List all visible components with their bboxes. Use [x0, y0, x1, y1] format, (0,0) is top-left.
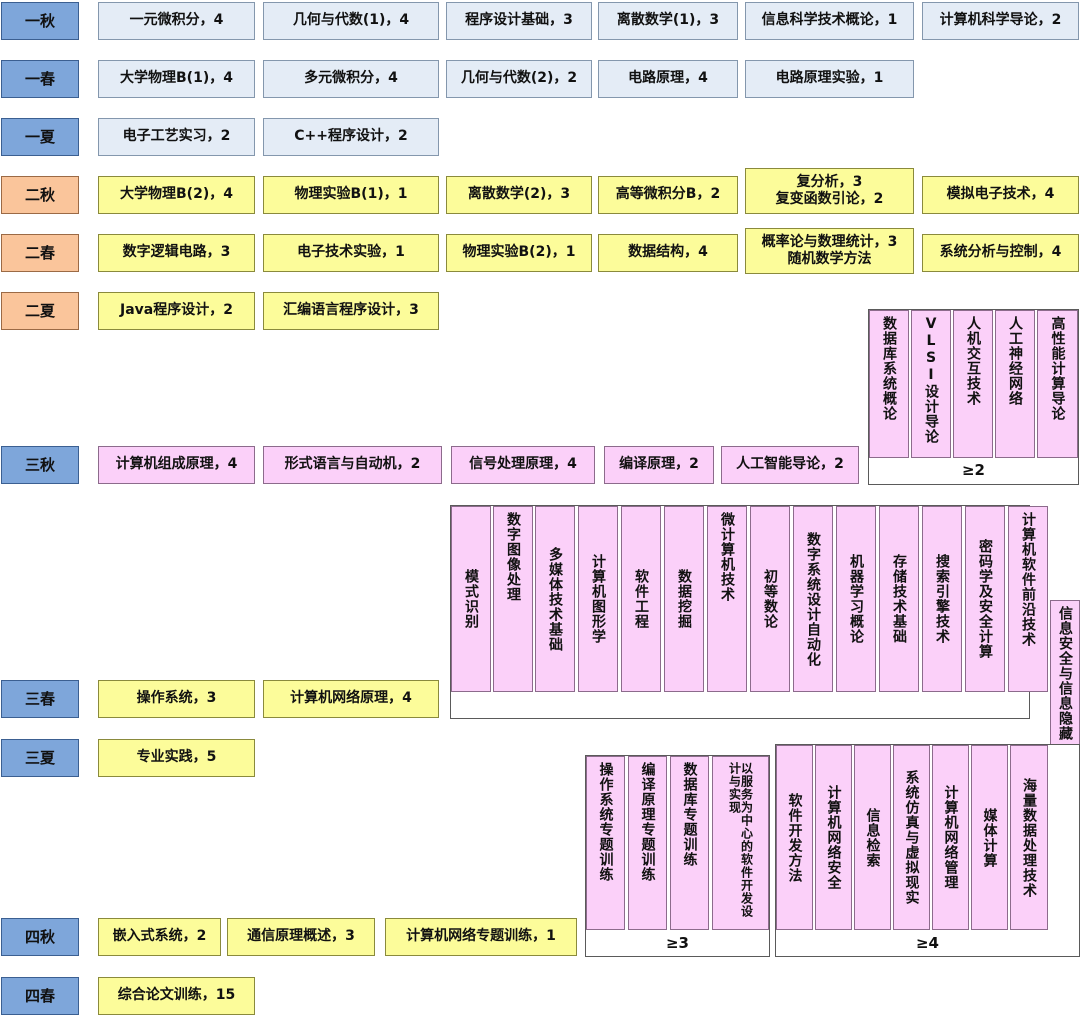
elective-course: 海量数据处理技术 [1010, 745, 1048, 930]
course-box: 离散数学(1)，3 [598, 2, 738, 40]
elective-course: 计算机软件前沿技术 [1008, 506, 1048, 692]
course-box: 离散数学(2)，3 [446, 176, 592, 214]
course-box: 计算机组成原理，4 [98, 446, 255, 484]
elective-course: VLSI设计导论 [911, 310, 951, 458]
term-label-y1-spring: 一春 [1, 60, 79, 98]
elective-course: 编译原理专题训练 [628, 756, 667, 930]
course-box: 一元微积分，4 [98, 2, 255, 40]
elective-course: 多媒体技术基础 [535, 506, 575, 692]
elective-course: 数字系统设计自动化 [793, 506, 833, 692]
course-box: 综合论文训练，15 [98, 977, 255, 1015]
course-box-double: 概率论与数理统计，3 随机数学方法 [745, 228, 914, 274]
elective-course: 软件开发方法 [776, 745, 813, 930]
elective-course: 计算机网络安全 [815, 745, 852, 930]
course-box: 模拟电子技术，4 [922, 176, 1079, 214]
elective-course: 微计算机技术 [707, 506, 747, 692]
term-label-y2-spring: 二春 [1, 234, 79, 272]
course-box: 信号处理原理，4 [451, 446, 595, 484]
term-label-y1-summer: 一夏 [1, 118, 79, 156]
course-box: 形式语言与自动机，2 [263, 446, 442, 484]
course-box: C++程序设计，2 [263, 118, 439, 156]
elective-course: 人工神经网络 [995, 310, 1035, 458]
elective-course: 数据库系统概论 [869, 310, 909, 458]
course-box: 程序设计基础，3 [446, 2, 592, 40]
term-label-y1-fall: 一秋 [1, 2, 79, 40]
elective-requirement: ≥4 [915, 934, 939, 952]
elective-course: 数据挖掘 [664, 506, 704, 692]
term-label-y2-fall: 二秋 [1, 176, 79, 214]
course-box: 通信原理概述，3 [227, 918, 375, 956]
course-box: 计算机网络原理，4 [263, 680, 439, 718]
elective-course: 模式识别 [451, 506, 491, 692]
elective-course: 数据库专题训练 [670, 756, 709, 930]
course-box: 几何与代数(1)，4 [263, 2, 439, 40]
course-box: 嵌入式系统，2 [98, 918, 221, 956]
term-label-y2-summer: 二夏 [1, 292, 79, 330]
course-box: 电路原理实验，1 [745, 60, 914, 98]
elective-requirement: ≥3 [665, 934, 689, 952]
elective-course: 软件工程 [621, 506, 661, 692]
term-label-y3-summer: 三夏 [1, 739, 79, 777]
course-box: 大学物理B(2)，4 [98, 176, 255, 214]
course-box: 操作系统，3 [98, 680, 255, 718]
elective-course: 系统仿真与虚拟现实 [893, 745, 930, 930]
course-box: 人工智能导论，2 [721, 446, 859, 484]
course-box: 高等微积分B，2 [598, 176, 738, 214]
elective-course: 计算机图形学 [578, 506, 618, 692]
course-box: 数据结构，4 [598, 234, 738, 272]
elective-requirement: ≥2 [961, 461, 985, 479]
elective-course: 操作系统专题训练 [586, 756, 625, 930]
term-label-y4-spring: 四春 [1, 977, 79, 1015]
course-box: Java程序设计，2 [98, 292, 255, 330]
course-line: 复变函数引论，2 [775, 191, 884, 207]
course-box: 多元微积分，4 [263, 60, 439, 98]
course-box: 系统分析与控制，4 [922, 234, 1079, 272]
term-label-y4-fall: 四秋 [1, 918, 79, 956]
course-box: 物理实验B(2)，1 [446, 234, 592, 272]
course-line: 概率论与数理统计，3 [761, 233, 898, 250]
elective-course: 计算机网络管理 [932, 745, 969, 930]
course-box: 电子工艺实习，2 [98, 118, 255, 156]
elective-course: 人机交互技术 [953, 310, 993, 458]
elective-course: 密码学及安全计算 [965, 506, 1005, 692]
course-box: 大学物理B(1)，4 [98, 60, 255, 98]
course-box: 信息科学技术概论，1 [745, 2, 914, 40]
elective-course: 信息检索 [854, 745, 891, 930]
course-box: 数字逻辑电路，3 [98, 234, 255, 272]
elective-course: 数字图像处理 [493, 506, 533, 692]
term-label-y3-fall: 三秋 [1, 446, 79, 484]
course-line: 复分析，3 [796, 173, 863, 190]
elective-course: 高性能计算导论 [1037, 310, 1078, 458]
elective-course: 存储技术基础 [879, 506, 919, 692]
term-label-y3-spring: 三春 [1, 680, 79, 718]
elective-course: 搜索引擎技术 [922, 506, 962, 692]
course-box-double: 复分析，3 复变函数引论，2 [745, 168, 914, 214]
course-box: 电路原理，4 [598, 60, 738, 98]
course-box: 汇编语言程序设计，3 [263, 292, 439, 330]
elective-course: 以服务为中心的软件开发设计与实现 [712, 756, 769, 930]
elective-course: 机器学习概论 [836, 506, 876, 692]
course-box: 编译原理，2 [604, 446, 714, 484]
course-box: 几何与代数(2)，2 [446, 60, 592, 98]
elective-course: 媒体计算 [971, 745, 1008, 930]
course-line: 随机数学方法 [787, 251, 872, 267]
course-box: 计算机科学导论，2 [922, 2, 1079, 40]
course-box: 物理实验B(1)，1 [263, 176, 439, 214]
course-box: 专业实践，5 [98, 739, 255, 777]
course-box: 电子技术实验，1 [263, 234, 439, 272]
elective-course: 初等数论 [750, 506, 790, 692]
course-box: 计算机网络专题训练，1 [385, 918, 577, 956]
